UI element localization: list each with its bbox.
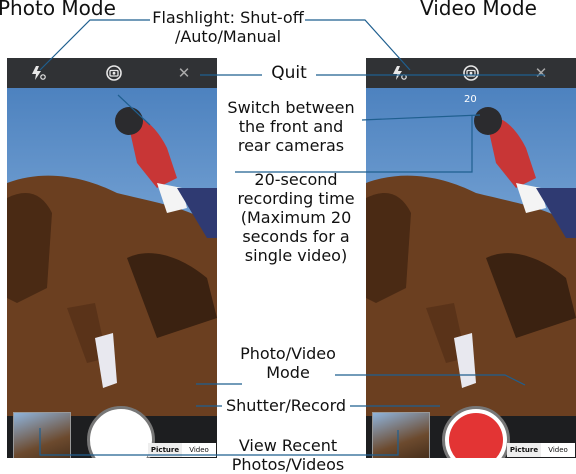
- switch-camera-annotation: Switch between the front and rear camera…: [227, 98, 355, 155]
- leader-flashlight-left: [39, 19, 150, 71]
- leader-mode-right: [335, 374, 526, 386]
- leader-switch-left: [117, 94, 151, 126]
- view-recent-annotation: View Recent Photos/Videos: [231, 436, 345, 474]
- leader-switch-right: [361, 114, 481, 121]
- flashlight-annotation: Flashlight: Shut-off /Auto/Manual: [152, 8, 304, 46]
- quit-annotation: Quit: [271, 63, 307, 83]
- shutter-record-annotation: Shutter/Record: [225, 396, 347, 415]
- photo-video-mode-annotation: Photo/Video Mode: [240, 344, 336, 382]
- recording-time-annotation: 20-second recording time (Maximum 20 sec…: [237, 170, 355, 265]
- leader-flashlight-right: [305, 19, 411, 71]
